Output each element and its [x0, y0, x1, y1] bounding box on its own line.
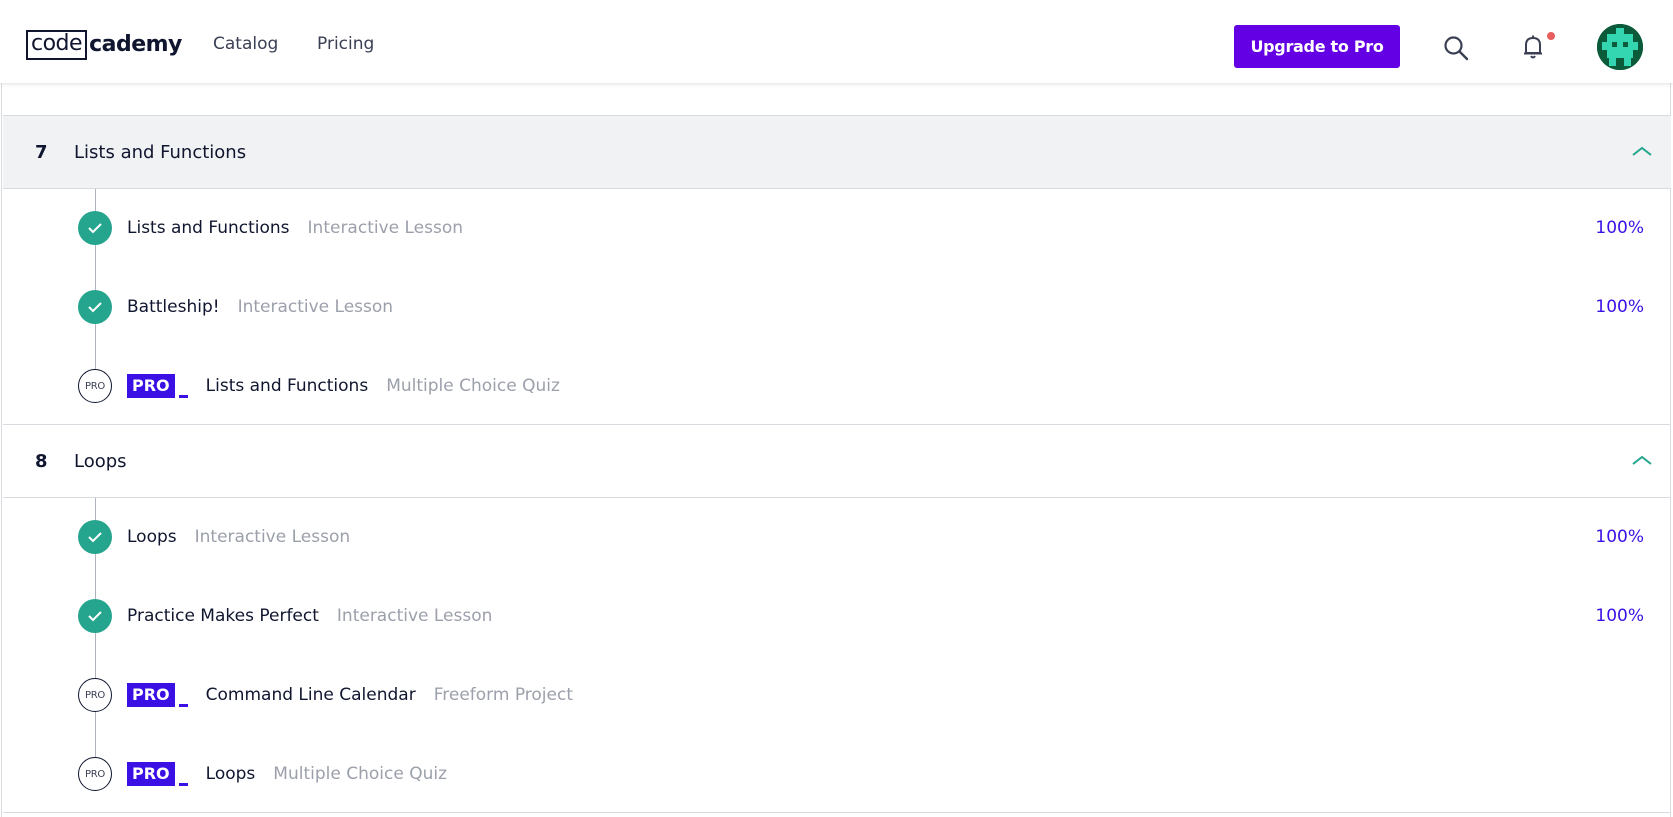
module-divider	[3, 812, 1671, 813]
lesson-progress: 100%	[1595, 606, 1644, 626]
pro-badge: PRO	[127, 374, 175, 398]
nav-pricing[interactable]: Pricing	[317, 34, 374, 54]
notification-dot	[1547, 32, 1555, 40]
syllabus-panel: 6Student Becomes the Teacher 7 Lists and…	[1, 0, 1671, 817]
module-7-header[interactable]: 7 Lists and Functions	[3, 115, 1671, 189]
pro-badge-underscore	[178, 704, 188, 707]
chevron-up-icon[interactable]	[1631, 453, 1653, 467]
lesson-type: Interactive Lesson	[194, 527, 351, 547]
lesson-row[interactable]: Lists and Functions Interactive Lesson 1…	[78, 210, 1668, 246]
lesson-title[interactable]: Command Line Calendar	[206, 685, 416, 705]
lesson-type: Multiple Choice Quiz	[386, 376, 560, 396]
lesson-type: Interactive Lesson	[237, 297, 394, 317]
logo-boxed-text: code	[26, 30, 88, 60]
check-icon	[78, 211, 112, 245]
pro-lock-icon: PRO	[78, 369, 112, 403]
check-icon	[78, 599, 112, 633]
module-number: 7	[35, 141, 48, 163]
lesson-type: Interactive Lesson	[307, 218, 464, 238]
lesson-type: Multiple Choice Quiz	[273, 764, 447, 784]
lesson-row[interactable]: PRO PRO Lists and Functions Multiple Cho…	[78, 368, 1668, 404]
pro-lock-icon: PRO	[78, 757, 112, 791]
codecademy-logo[interactable]: code cademy	[26, 29, 182, 61]
pro-badge: PRO	[127, 683, 175, 707]
module-title: Lists and Functions	[74, 141, 247, 163]
pro-badge-underscore	[178, 395, 188, 398]
lesson-title[interactable]: Practice Makes Perfect	[127, 606, 319, 626]
avatar[interactable]	[1597, 24, 1643, 70]
lesson-row[interactable]: PRO PRO Command Line Calendar Freeform P…	[78, 677, 1668, 713]
lesson-row[interactable]: Loops Interactive Lesson 100%	[78, 519, 1668, 555]
lesson-progress: 100%	[1595, 527, 1644, 547]
lesson-title[interactable]: Loops	[206, 764, 256, 784]
lesson-row[interactable]: Battleship! Interactive Lesson 100%	[78, 289, 1668, 325]
bell-icon[interactable]	[1521, 34, 1545, 60]
check-icon	[78, 520, 112, 554]
lesson-type: Freeform Project	[433, 685, 573, 705]
search-icon[interactable]	[1443, 35, 1469, 61]
lesson-title[interactable]: Lists and Functions	[206, 376, 369, 396]
lesson-progress: 100%	[1595, 297, 1644, 317]
lesson-title[interactable]: Loops	[127, 527, 177, 547]
chevron-up-icon[interactable]	[1631, 144, 1653, 158]
check-icon	[78, 290, 112, 324]
pro-lock-icon: PRO	[78, 678, 112, 712]
module-title: Loops	[74, 450, 127, 472]
pro-badge-underscore	[178, 783, 188, 786]
lesson-type: Interactive Lesson	[336, 606, 493, 626]
lesson-title[interactable]: Lists and Functions	[127, 218, 290, 238]
lesson-title[interactable]: Battleship!	[127, 297, 220, 317]
module-number: 8	[35, 450, 48, 472]
lesson-row[interactable]: PRO PRO Loops Multiple Choice Quiz	[78, 756, 1668, 792]
pro-badge: PRO	[127, 762, 175, 786]
lesson-progress: 100%	[1595, 218, 1644, 238]
top-nav-bar: code cademy Catalog Pricing Upgrade to Pr…	[0, 0, 1673, 83]
nav-catalog[interactable]: Catalog	[213, 34, 278, 54]
logo-text: cademy	[89, 32, 182, 57]
upgrade-to-pro-button[interactable]: Upgrade to Pro	[1234, 25, 1400, 68]
module-8-header[interactable]: 8 Loops	[3, 424, 1671, 498]
lesson-row[interactable]: Practice Makes Perfect Interactive Lesso…	[78, 598, 1668, 634]
